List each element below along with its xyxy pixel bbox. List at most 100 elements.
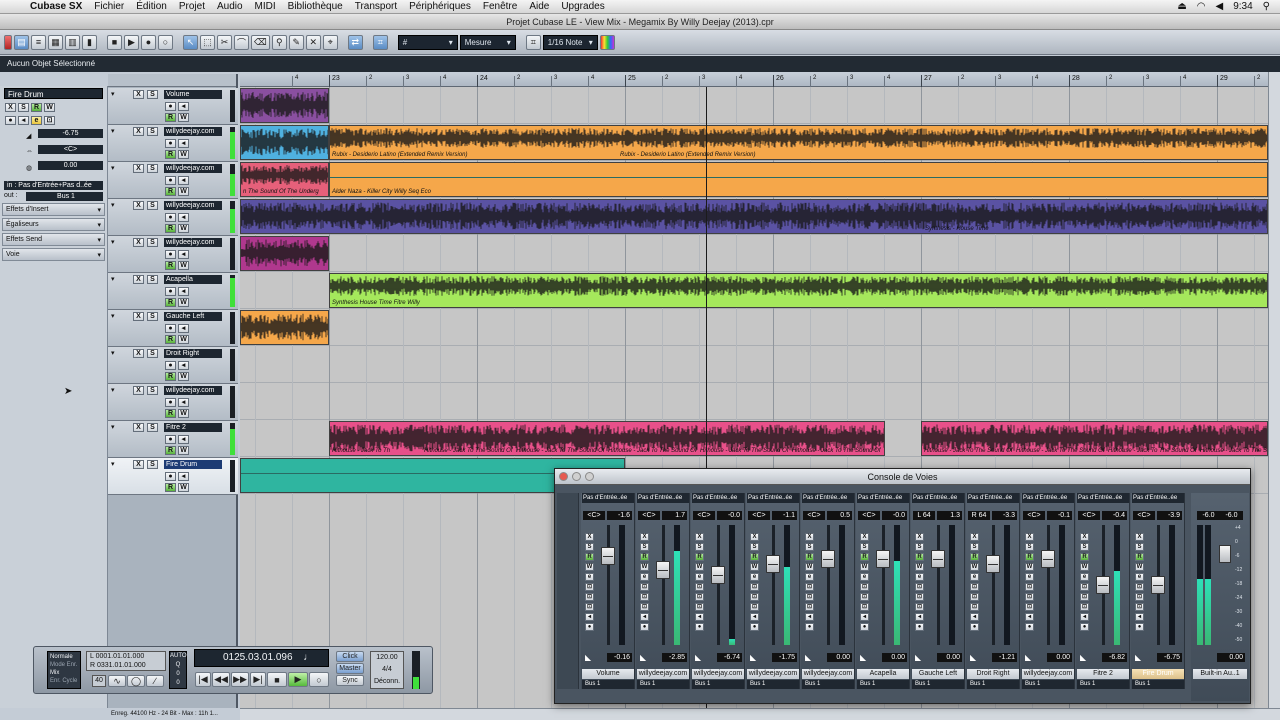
solo-button[interactable]: S [1080, 543, 1089, 551]
read-button[interactable]: R [165, 409, 176, 418]
automation-icon[interactable]: ◣ [695, 653, 701, 662]
punch-in-value[interactable]: 0 [170, 670, 186, 679]
monitor-button[interactable]: ◂ [178, 102, 189, 111]
write-button[interactable]: W [970, 563, 979, 571]
channel-volume[interactable]: -1.6 [607, 511, 632, 520]
track-fold-icon[interactable]: ▾ [111, 386, 119, 394]
channel-volume[interactable]: -0.1 [1047, 511, 1072, 520]
channel-pan[interactable]: <C> [583, 511, 605, 520]
write-button[interactable]: W [178, 187, 189, 196]
write-button[interactable]: W [178, 446, 189, 455]
channel-volume[interactable]: -0.0 [882, 511, 907, 520]
click-button[interactable]: Click [336, 651, 364, 662]
monitor-button[interactable]: ◂ [915, 613, 924, 621]
monitor-button[interactable]: ◂ [860, 613, 869, 621]
wifi-icon[interactable]: ◠ [1197, 1, 1206, 12]
channel-output-bus[interactable]: Bus 1 [637, 680, 689, 689]
track-name[interactable]: willydeejay.com [164, 386, 222, 395]
zoom-icon[interactable] [585, 472, 594, 481]
edit-channel-button[interactable]: e [860, 573, 869, 581]
monitor-button[interactable]: ◂ [695, 613, 704, 621]
channel-name[interactable]: Acapella [857, 669, 909, 679]
solo-button[interactable]: S [147, 312, 158, 321]
automation-icon[interactable]: ◣ [750, 653, 756, 662]
channel-input-routing[interactable]: Pas d'Entrée..ée [967, 493, 1019, 503]
track-fold-icon[interactable]: ▾ [111, 460, 119, 468]
draw-tool-icon[interactable]: ✎ [288, 34, 304, 50]
record-arm-button[interactable]: ● [970, 623, 979, 631]
channel-fader[interactable] [766, 555, 780, 573]
expand-icon[interactable]: ▾ [97, 220, 101, 231]
monitor-button[interactable]: ◂ [970, 613, 979, 621]
automation-icon[interactable]: ◣ [585, 653, 591, 662]
send-bypass-button[interactable]: ⊡ [695, 603, 704, 611]
channel-input-routing[interactable]: Pas d'Entrée..ée [582, 493, 634, 503]
monitor-button[interactable]: ◂ [805, 613, 814, 621]
record-arm-button[interactable]: ● [695, 623, 704, 631]
master-button[interactable]: Master [336, 663, 364, 674]
menu-upgrades[interactable]: Upgrades [555, 1, 610, 12]
channel-pan[interactable]: <C> [1023, 511, 1045, 520]
read-button[interactable]: R [695, 553, 704, 561]
monitor-button[interactable]: ◂ [178, 250, 189, 259]
send-bypass-button[interactable]: ⊡ [915, 603, 924, 611]
monitor-button[interactable]: ◂ [750, 613, 759, 621]
monitor-button[interactable]: ◂ [1025, 613, 1034, 621]
curve-button-1[interactable]: ∿ [108, 675, 126, 687]
record-arm-button[interactable]: ● [750, 623, 759, 631]
eq-bypass-button[interactable]: ⊡ [640, 593, 649, 601]
track-name[interactable]: Acapella [164, 275, 222, 284]
mute-button[interactable]: X [133, 312, 144, 321]
track-name[interactable]: willydeejay.com [164, 201, 222, 210]
track-header[interactable]: ▾ X Swillydeejay.com ● ◂ R W [108, 236, 238, 273]
channel-name[interactable]: willydeejay.com [637, 669, 689, 679]
audio-event[interactable]: Synthesis House Time Fitre Willy [329, 273, 1268, 308]
snap-type-select[interactable]: Mesure ▾ [459, 34, 516, 50]
channel-pan[interactable]: <C> [858, 511, 880, 520]
read-button[interactable]: R [640, 553, 649, 561]
mute-button[interactable]: X [915, 533, 924, 541]
menu-projet[interactable]: Projet [173, 1, 211, 12]
track-name[interactable]: willydeejay.com [164, 238, 222, 247]
channel-output-bus[interactable]: Bus 1 [912, 680, 964, 689]
channel-name[interactable]: Volume [582, 669, 634, 679]
record-arm-button[interactable]: ● [1080, 623, 1089, 631]
edit-channel-button[interactable]: e [695, 573, 704, 581]
channel-volume[interactable]: 1.7 [662, 511, 687, 520]
channel-output-bus[interactable]: Bus 1 [692, 680, 744, 689]
track-header[interactable]: ▾ X S Acapella ● ◂ R W [108, 273, 238, 310]
channel-pan[interactable]: R 64 [968, 511, 990, 520]
inspector-output-routing[interactable]: Bus 1 [26, 192, 103, 201]
send-bypass-button[interactable]: ⊡ [805, 603, 814, 611]
track-fold-icon[interactable]: ▾ [111, 164, 119, 172]
solo-button[interactable]: S [750, 543, 759, 551]
show-overview-icon[interactable]: ▦ [48, 34, 63, 50]
edit-channel-button[interactable]: e [585, 573, 594, 581]
curve-button-3[interactable]: ∕ [146, 675, 164, 687]
edit-channel-button[interactable]: e [1080, 573, 1089, 581]
track-name[interactable]: willydeejay.com [164, 164, 222, 173]
write-button[interactable]: W [1135, 563, 1144, 571]
channel-volume[interactable]: 1.3 [937, 511, 962, 520]
automation-icon[interactable]: ◣ [1025, 653, 1031, 662]
record-arm-button[interactable]: ● [1025, 623, 1034, 631]
solo-button[interactable]: S [585, 543, 594, 551]
eq-bypass-button[interactable]: ⊡ [695, 593, 704, 601]
edit-channel-button[interactable]: e [1025, 573, 1034, 581]
mute-button[interactable]: X [133, 460, 144, 469]
open-mixer-icon[interactable]: ▮ [82, 34, 97, 50]
solo-button[interactable]: S [147, 349, 158, 358]
go-to-start-icon[interactable]: |◀ [195, 672, 211, 687]
monitor-button[interactable]: ◂ [178, 324, 189, 333]
write-button[interactable]: W [178, 335, 189, 344]
show-inspector-icon[interactable]: ▤ [14, 34, 29, 50]
audio-event[interactable]: Hithouse - Jack To Th Hithouse - Jack To … [329, 421, 885, 456]
menu-fichier[interactable]: Fichier [88, 1, 130, 12]
range-tool-icon[interactable]: ⬚ [200, 34, 215, 50]
mute-button[interactable]: X [695, 533, 704, 541]
channel-fader[interactable] [711, 566, 725, 584]
channel-volume[interactable]: -1.1 [772, 511, 797, 520]
object-selection-tool-icon[interactable]: ↖ [183, 34, 198, 50]
record-arm-button[interactable]: ● [165, 472, 176, 481]
section-insert-effects[interactable]: Effets d'Insert ▾ [2, 203, 105, 216]
